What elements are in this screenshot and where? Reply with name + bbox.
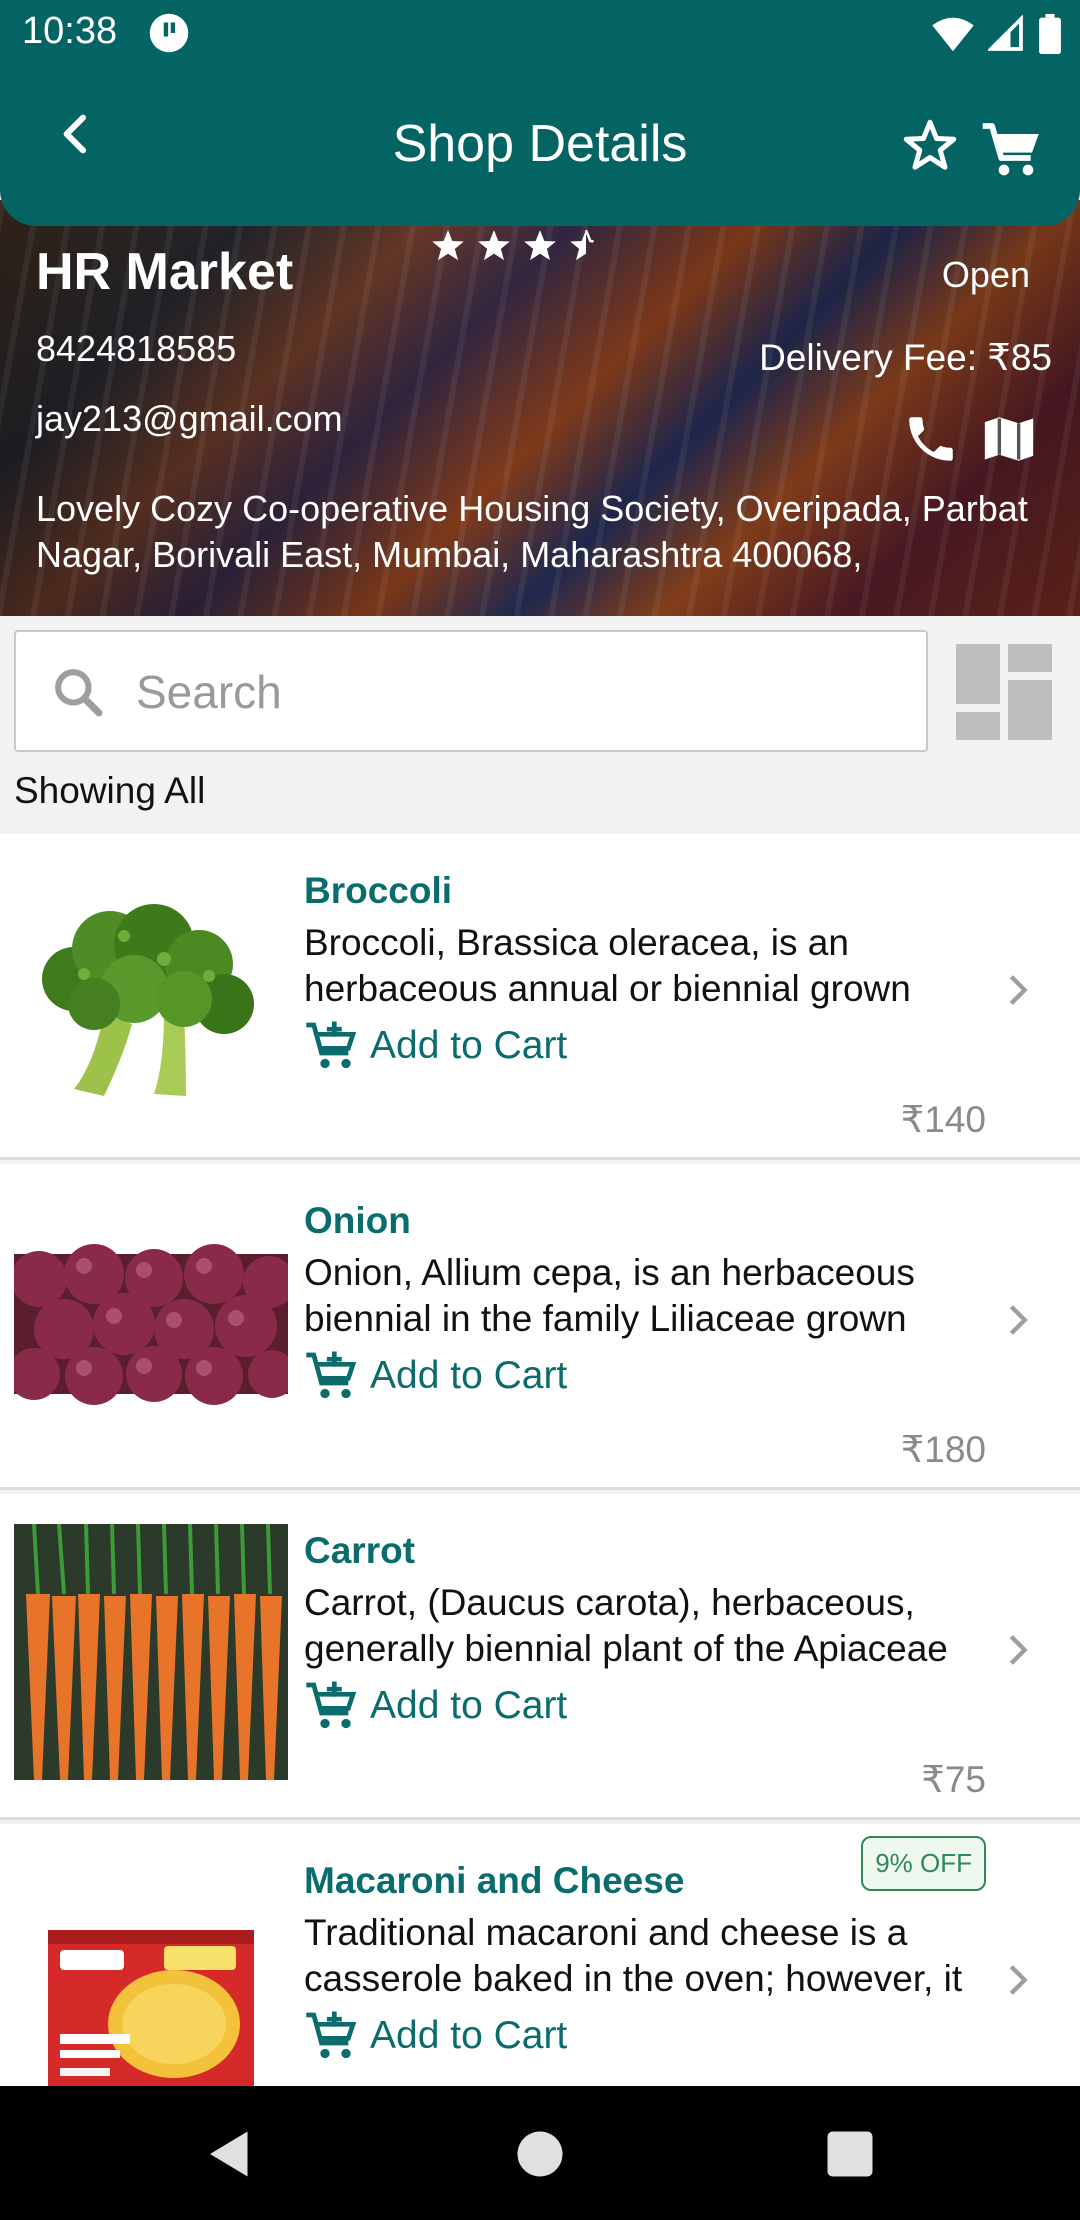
star-icon [432, 230, 464, 261]
product-price: ₹180 [900, 1429, 986, 1470]
product-name: Carrot [304, 1530, 416, 1571]
product-card[interactable]: Broccoli Broccoli, Brassica oleracea, is… [0, 834, 1080, 1160]
add-to-cart-label: Add to Cart [370, 1684, 568, 1727]
map-icon[interactable] [980, 410, 1038, 468]
chevron-right-icon [1009, 1305, 1028, 1335]
product-name: Broccoli [304, 870, 453, 911]
system-nav-bar [0, 2086, 1080, 2220]
shop-email: jay213@gmail.com [36, 398, 343, 439]
battery-icon [1039, 14, 1061, 54]
product-name: Macaroni and Cheese [304, 1860, 685, 1901]
add-cart-icon [306, 1021, 357, 1069]
product-image-carrot [14, 1524, 288, 1780]
shop-header: HR Market Open 8424818585 Delivery Fee: … [0, 200, 1080, 616]
star-icon [478, 230, 510, 261]
signal-icon [988, 15, 1023, 51]
product-description: Onion, Allium cepa, is an herbaceous bie… [304, 1252, 915, 1339]
phone-icon[interactable] [902, 410, 960, 468]
app-bar: Shop Details [0, 66, 1080, 226]
search-field[interactable] [14, 630, 928, 752]
add-to-cart-button[interactable]: Add to Cart [304, 1018, 567, 1074]
add-to-cart-label: Add to Cart [370, 1024, 568, 1067]
status-time: 10:38 [22, 10, 118, 52]
cart-icon[interactable] [980, 118, 1044, 182]
notification-app-icon [149, 13, 189, 53]
nav-recents-icon[interactable] [820, 2124, 880, 2184]
product-description: Broccoli, Brassica oleracea, is an herba… [304, 922, 911, 1009]
product-image-macaroni [14, 1854, 288, 2110]
shop-status: Open [941, 254, 1030, 295]
product-image-onion [14, 1244, 288, 1405]
chevron-right-icon [1009, 1635, 1028, 1665]
product-name: Onion [304, 1200, 411, 1241]
product-image-broccoli [14, 864, 288, 1120]
product-card[interactable]: Macaroni and Cheese 9% OFF Traditional m… [0, 1824, 1080, 2110]
favorite-star-icon[interactable] [900, 116, 960, 176]
search-icon [55, 669, 103, 717]
shop-rating [428, 226, 606, 266]
grid-view-icon[interactable] [956, 644, 1052, 740]
system-icons [932, 14, 1062, 54]
nav-home-icon[interactable] [510, 2124, 570, 2184]
add-cart-icon [306, 1681, 357, 1729]
filter-label: Showing All [14, 770, 206, 811]
product-price: ₹140 [900, 1099, 986, 1140]
shop-phone: 8424818585 [36, 328, 237, 369]
product-description: Carrot, (Daucus carota), herbaceous, gen… [304, 1582, 948, 1669]
product-description: Traditional macaroni and cheese is a cas… [304, 1912, 963, 1999]
delivery-fee: Delivery Fee: ₹85 [759, 337, 1052, 378]
product-card[interactable]: Carrot Carrot, (Daucus carota), herbaceo… [0, 1494, 1080, 1820]
shop-address: Lovely Cozy Co-operative Housing Society… [36, 488, 1028, 575]
nav-back-icon[interactable] [200, 2124, 260, 2184]
shop-details-screen: 10:38 Shop Details HR Market Open 842481… [0, 0, 1080, 2220]
add-to-cart-button[interactable]: Add to Cart [304, 1678, 567, 1734]
star-icon [524, 230, 556, 261]
add-to-cart-label: Add to Cart [370, 2014, 568, 2057]
product-price: ₹75 [921, 1759, 986, 1800]
add-cart-icon [306, 1351, 357, 1399]
half-star-icon [570, 229, 594, 261]
discount-badge: 9% OFF [861, 1836, 986, 1891]
wifi-icon [932, 17, 974, 52]
search-input[interactable] [136, 654, 896, 730]
add-to-cart-button[interactable]: Add to Cart [304, 1348, 567, 1404]
status-bar: 10:38 [0, 0, 1080, 66]
chevron-right-icon [1009, 975, 1028, 1005]
add-cart-icon [306, 2011, 357, 2059]
add-to-cart-button[interactable]: Add to Cart [304, 2008, 567, 2064]
chevron-right-icon [1009, 1965, 1028, 1995]
shop-name: HR Market [36, 243, 294, 301]
add-to-cart-label: Add to Cart [370, 1354, 568, 1397]
product-card[interactable]: Onion Onion, Allium cepa, is an herbaceo… [0, 1164, 1080, 1490]
